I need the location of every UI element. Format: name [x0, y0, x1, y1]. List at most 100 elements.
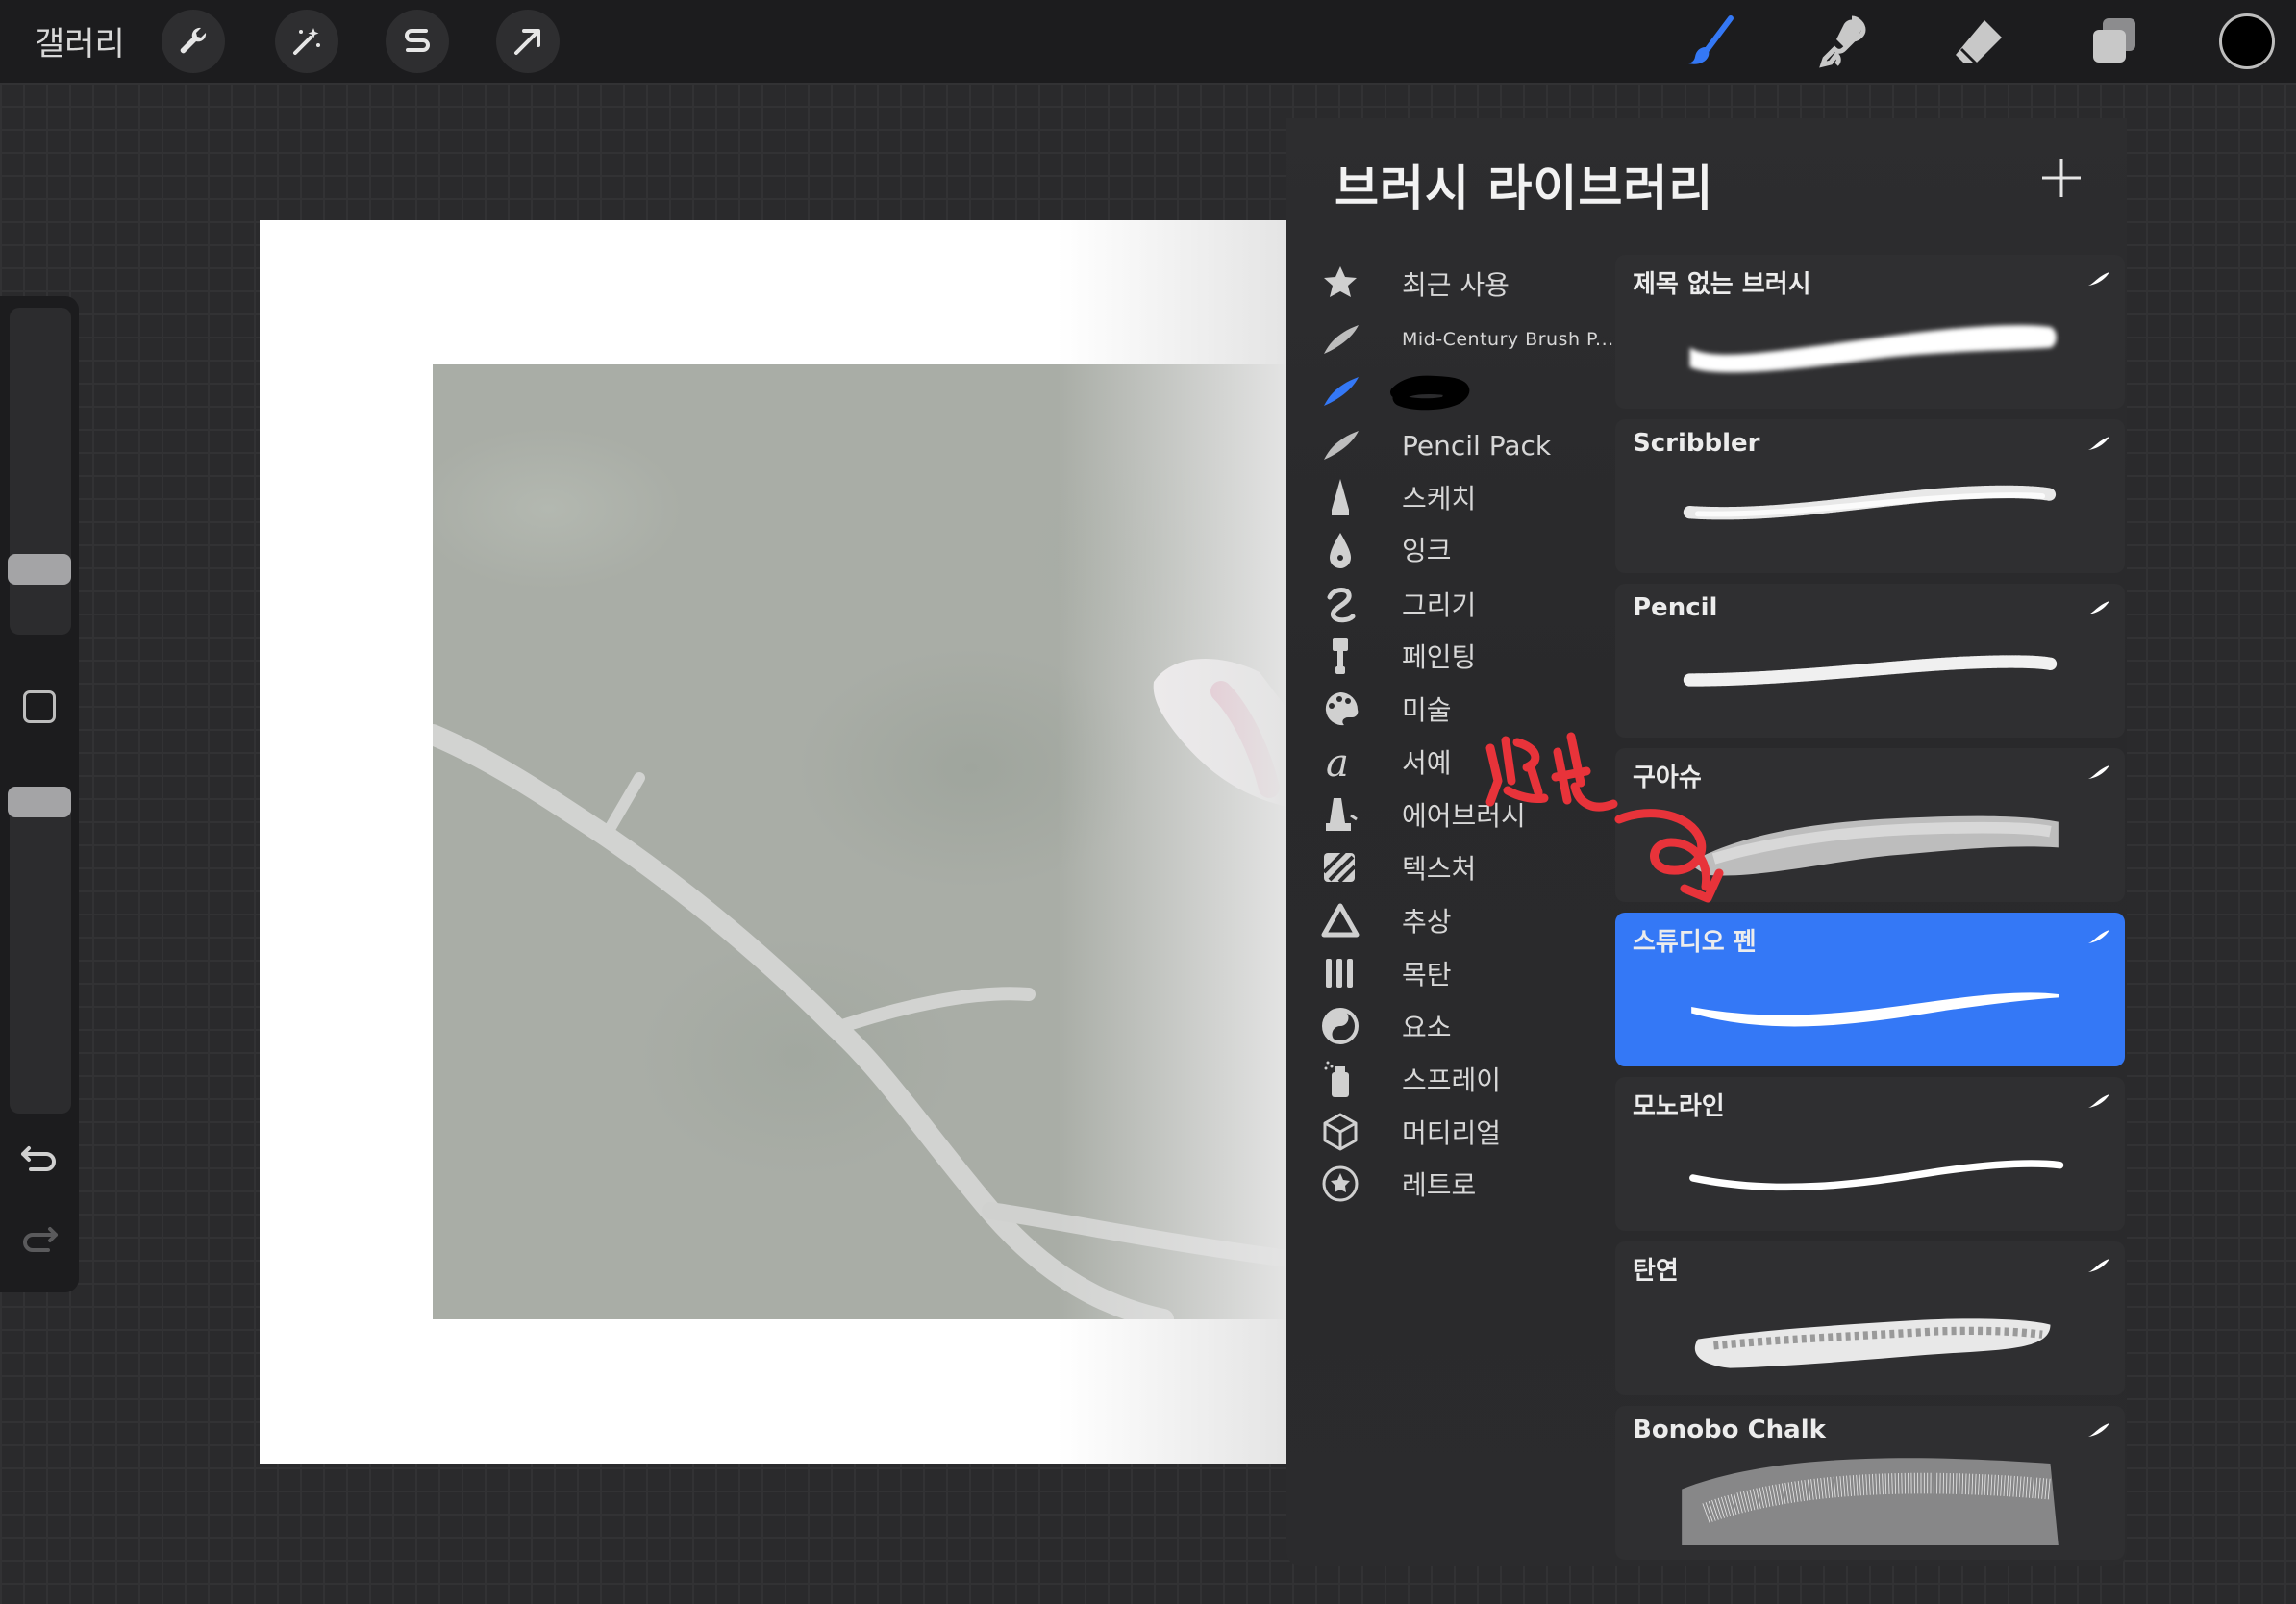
modify-button[interactable]	[23, 690, 56, 723]
brush-stroke-icon	[1319, 424, 1361, 466]
smudge-icon	[1819, 15, 1866, 68]
brush-stroke-preview	[1691, 992, 2059, 1027]
brush-set-label: Pencil Pack	[1402, 429, 1552, 462]
undo-icon[interactable]	[17, 1135, 62, 1179]
redo-icon[interactable]	[17, 1216, 62, 1260]
spray-can-icon	[1319, 1058, 1361, 1100]
paintbrush-icon	[1319, 635, 1361, 677]
brush-set-label: 최근 사용	[1402, 269, 1510, 301]
color-picker-button[interactable]	[2219, 13, 2275, 69]
brush-name: Bonobo Chalk	[1633, 1416, 1826, 1444]
brush-stroke-preview	[1682, 1458, 2059, 1545]
handwritten-annotation	[1485, 732, 1724, 903]
triangle-icon	[1319, 899, 1361, 941]
brush-name: 모노라인	[1633, 1092, 1725, 1121]
panel-title: 브러시 라이브러리	[1335, 161, 1714, 216]
adjustments-button[interactable]	[275, 10, 338, 73]
brush-settings-icon[interactable]	[2086, 1419, 2111, 1441]
brush-stroke-preview	[1683, 655, 2058, 687]
brush-stroke-preview	[1689, 325, 2057, 373]
opacity-thumb[interactable]	[8, 787, 71, 817]
eraser-tool-button[interactable]	[1945, 10, 2012, 73]
brush-set-item[interactable]: 잉크	[1286, 518, 1613, 580]
brush-settings-icon[interactable]	[2086, 926, 2111, 947]
brush-size-slider[interactable]	[8, 308, 71, 635]
selection-s-icon	[405, 29, 430, 52]
palette-icon	[1319, 688, 1361, 730]
brush-set-item[interactable]	[1286, 361, 1613, 422]
brush-name: 제목 없는 브러시	[1633, 270, 1811, 299]
brush-name: 탄연	[1633, 1257, 1679, 1286]
top-toolbar: 갤러리	[0, 0, 2296, 83]
brush-item[interactable]: 제목 없는 브러시	[1615, 255, 2125, 409]
brush-item[interactable]: 모노라인	[1615, 1077, 2125, 1231]
brush-set-label: 추상	[1402, 906, 1452, 938]
yin-yang-icon	[1319, 1005, 1361, 1047]
cube-icon	[1319, 1111, 1361, 1153]
brush-settings-icon[interactable]	[2086, 433, 2111, 454]
brush-name: 스튜디오 펜	[1633, 928, 1757, 957]
brush-set-label: Mid-Century Brush P...	[1402, 329, 1614, 350]
calligraphy-icon: a	[1319, 740, 1361, 783]
eraser-icon	[1956, 20, 2002, 68]
brush-set-label: 스프레이	[1402, 1065, 1502, 1096]
airbrush-icon	[1319, 793, 1361, 836]
left-sidebar	[0, 296, 79, 1292]
brush-set-label: 페인팅	[1402, 641, 1477, 673]
brush-settings-icon[interactable]	[2086, 1255, 2111, 1276]
brush-size-thumb[interactable]	[8, 554, 71, 585]
actions-button[interactable]	[162, 10, 225, 73]
brush-set-label: 그리기	[1402, 589, 1477, 621]
smudge-tool-button[interactable]	[1810, 10, 1878, 73]
brush-tool-button[interactable]	[1678, 10, 1745, 73]
move-arrow-icon	[514, 29, 540, 55]
brush-stroke-preview	[1689, 1160, 2064, 1191]
squiggle-icon	[1319, 583, 1361, 625]
brush-set-label: 잉크	[1402, 535, 1452, 566]
brush-set-label: 서예	[1402, 747, 1452, 779]
magic-wand-icon	[293, 28, 320, 55]
brush-name: Scribbler	[1633, 429, 1760, 458]
retro-star-icon	[1319, 1163, 1361, 1205]
brush-set-item[interactable]: 최근 사용	[1286, 253, 1613, 314]
brush-set-label: 머티리얼	[1402, 1117, 1502, 1149]
brush-item[interactable]: 스튜디오 펜	[1615, 913, 2125, 1066]
transform-button[interactable]	[496, 10, 560, 73]
pencil-tip-icon	[1319, 476, 1361, 518]
add-brush-icon[interactable]	[2038, 155, 2084, 201]
brush-set-label: 레트로	[1402, 1169, 1477, 1201]
svg-text:a: a	[1326, 741, 1349, 782]
gallery-button[interactable]: 갤러리	[35, 17, 125, 64]
wrench-icon	[180, 27, 207, 54]
texture-icon	[1319, 846, 1361, 889]
brush-stroke-icon	[1319, 370, 1361, 413]
brush-item[interactable]: 탄연	[1615, 1241, 2125, 1395]
brush-icon	[1688, 15, 1734, 64]
brush-settings-icon[interactable]	[2086, 762, 2111, 783]
brush-item[interactable]: Scribbler	[1615, 419, 2125, 573]
brush-settings-icon[interactable]	[2086, 1090, 2111, 1112]
brush-name: Pencil	[1633, 593, 1718, 622]
brush-set-label: 미술	[1402, 694, 1452, 726]
layers-icon	[2093, 18, 2135, 63]
brush-settings-icon[interactable]	[2086, 597, 2111, 618]
selection-button[interactable]	[386, 10, 449, 73]
brush-stroke-icon	[1319, 318, 1361, 361]
star-icon	[1319, 263, 1361, 305]
brush-settings-icon[interactable]	[2086, 268, 2111, 289]
brush-set-label: 목탄	[1402, 959, 1452, 990]
brush-set-label: 스케치	[1402, 483, 1477, 514]
brush-item[interactable]: Pencil	[1615, 584, 2125, 738]
brush-set-item[interactable]: 레트로	[1286, 1153, 1613, 1215]
brush-item[interactable]: Bonobo Chalk	[1615, 1406, 2125, 1560]
brush-set-label: 텍스처	[1402, 853, 1477, 885]
charcoal-icon	[1319, 952, 1361, 994]
opacity-slider[interactable]	[8, 787, 71, 1114]
ink-drop-icon	[1319, 528, 1361, 570]
brush-set-label: 요소	[1402, 1012, 1452, 1043]
brush-stroke-preview	[1694, 1318, 2051, 1368]
layers-button[interactable]	[2081, 10, 2148, 73]
brush-stroke-preview	[1683, 485, 2058, 520]
canvas-edge-shadow	[1058, 220, 1288, 1464]
redacted-set-name	[1390, 375, 1470, 411]
